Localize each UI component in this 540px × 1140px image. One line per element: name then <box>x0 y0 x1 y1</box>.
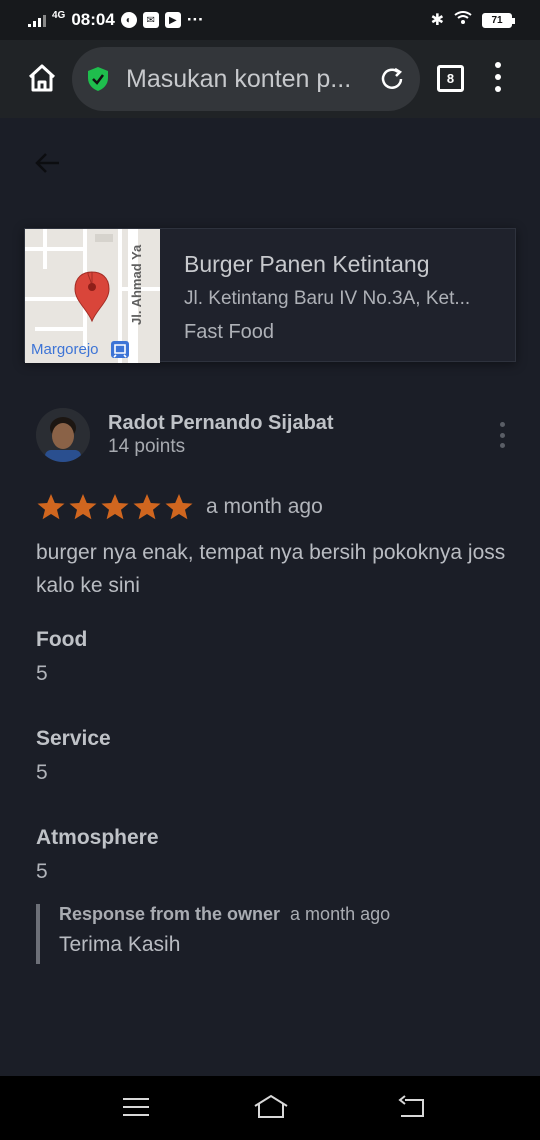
map-street-label: Jl. Ahmad Ya <box>129 244 144 325</box>
avatar-photo <box>36 408 90 462</box>
star-icon <box>101 494 129 520</box>
aspect-value: 5 <box>36 860 48 883</box>
aspect-value: 5 <box>36 761 48 784</box>
avatar[interactable] <box>36 408 90 462</box>
star-icon <box>37 494 65 520</box>
bluetooth-icon: ✱ <box>430 12 444 29</box>
status-bar: 4G 08:04 ◐ ✉ ▶ ··· ✱ 71 <box>0 0 540 40</box>
tab-switcher-button[interactable]: 8 <box>437 65 464 92</box>
reviewer-header: Radot Pernando Sijabat 14 points <box>36 408 516 464</box>
wifi-icon <box>454 10 472 30</box>
owner-response-time: a month ago <box>290 904 391 924</box>
star-rating <box>36 492 194 522</box>
url-text[interactable]: Masukan konten p... <box>126 65 366 94</box>
map-thumbnail[interactable]: Jl. Ahmad Ya Margorejo <box>25 229 160 363</box>
owner-response-text: Terima Kasih <box>59 933 181 956</box>
reviewer-name[interactable]: Radot Pernando Sijabat <box>108 412 334 435</box>
owner-response-label: Response from the owner <box>59 904 281 924</box>
rating-row: a month ago <box>36 492 323 522</box>
place-address: Jl. Ketintang Baru IV No.3A, Ket... <box>184 288 471 309</box>
secure-shield-icon <box>88 67 108 91</box>
battery-icon: 71 <box>482 12 515 28</box>
map-area-label: Margorejo <box>31 341 99 358</box>
notification-icon: ◐ <box>120 12 137 28</box>
aspect-service: Service 5 <box>36 727 111 785</box>
place-name[interactable]: Burger Panen Ketintang <box>184 251 490 278</box>
address-bar[interactable]: Masukan konten p... <box>72 47 420 111</box>
home-icon[interactable] <box>26 62 58 94</box>
owner-response: Response from the owner a month ago Terim… <box>36 904 506 964</box>
back-nav-icon[interactable] <box>397 1094 427 1120</box>
home-nav-icon[interactable] <box>253 1094 289 1120</box>
status-time: 08:04 <box>71 10 115 29</box>
signal-icon <box>28 13 46 27</box>
aspect-food: Food 5 <box>36 628 87 686</box>
aspect-value: 5 <box>36 662 48 685</box>
aspect-label: Atmosphere <box>36 826 159 849</box>
aspect-label: Service <box>36 727 111 750</box>
tab-count: 8 <box>446 71 455 86</box>
reload-icon[interactable] <box>378 65 406 93</box>
system-nav-bar <box>0 1076 540 1140</box>
more-notifications: ··· <box>186 10 204 29</box>
star-icon <box>165 494 193 520</box>
reviewer-points: 14 points <box>108 436 186 457</box>
place-card[interactable]: Jl. Ahmad Ya Margorejo Burger Panen Keti… <box>24 228 516 363</box>
aspect-label: Food <box>36 628 88 651</box>
aspect-atmosphere: Atmosphere 5 <box>36 826 159 884</box>
browser-menu-icon[interactable] <box>494 62 502 92</box>
browser-toolbar: Masukan konten p... 8 <box>0 40 540 118</box>
video-icon: ▶ <box>164 12 181 28</box>
star-icon <box>133 494 161 520</box>
review-time: a month ago <box>206 495 323 518</box>
star-icon <box>69 494 97 520</box>
review-text: burger nya enak, tempat nya bersih pokok… <box>36 541 506 597</box>
review-options-icon[interactable] <box>500 422 506 448</box>
recent-apps-icon[interactable] <box>121 1094 151 1120</box>
mail-icon: ✉ <box>142 12 159 28</box>
place-category: Fast Food <box>184 321 275 343</box>
battery-level: 71 <box>491 14 503 26</box>
back-arrow-icon[interactable] <box>32 148 62 178</box>
network-type: 4G <box>52 10 66 21</box>
